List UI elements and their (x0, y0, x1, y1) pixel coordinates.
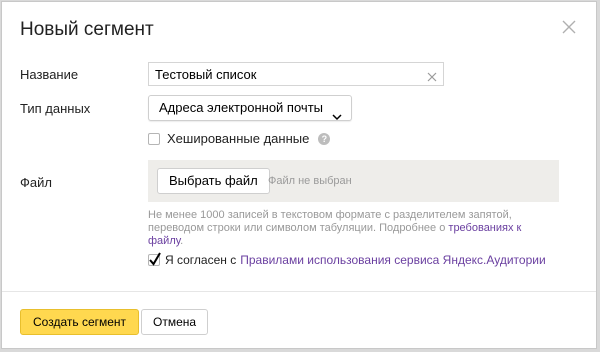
close-icon[interactable] (562, 20, 576, 34)
chevron-down-icon (332, 105, 342, 129)
file-status: Файл не выбран (268, 175, 352, 187)
footer-divider (2, 291, 596, 292)
clear-icon[interactable] (427, 69, 437, 82)
dialog-title: Новый сегмент (20, 19, 154, 40)
agree-prefix: Я согласен с (165, 253, 237, 267)
hashed-data-checkbox[interactable] (148, 132, 160, 145)
terms-link[interactable]: Правилами использования сервиса Яндекс.А… (240, 253, 545, 267)
file-upload-area: Выбрать файл Файл не выбран (148, 160, 559, 202)
data-type-select[interactable]: Адреса электронной почты (148, 95, 352, 121)
file-label: Файл (20, 175, 52, 190)
agree-checkbox[interactable] (148, 252, 161, 266)
file-hint: Не менее 1000 записей в текстовом формат… (148, 209, 540, 248)
name-field[interactable] (148, 62, 444, 86)
agreement-option: Я согласен с Правилами использования сер… (148, 252, 546, 267)
cancel-button[interactable]: Отмена (141, 309, 209, 335)
help-icon[interactable]: ? (318, 132, 331, 145)
name-label: Название (20, 67, 79, 82)
hint-end: . (180, 235, 184, 247)
create-segment-button[interactable]: Создать сегмент (20, 309, 140, 335)
data-type-selected: Адреса электронной почты (159, 100, 323, 115)
data-type-label: Тип данных (20, 101, 91, 116)
hashed-data-option: Хешированные данные ? (148, 131, 331, 146)
choose-file-button[interactable]: Выбрать файл (157, 168, 270, 194)
hashed-data-label: Хешированные данные (167, 131, 310, 146)
new-segment-dialog: Новый сегмент Название Тип данных Адреса… (1, 1, 597, 349)
name-input[interactable] (155, 66, 415, 82)
